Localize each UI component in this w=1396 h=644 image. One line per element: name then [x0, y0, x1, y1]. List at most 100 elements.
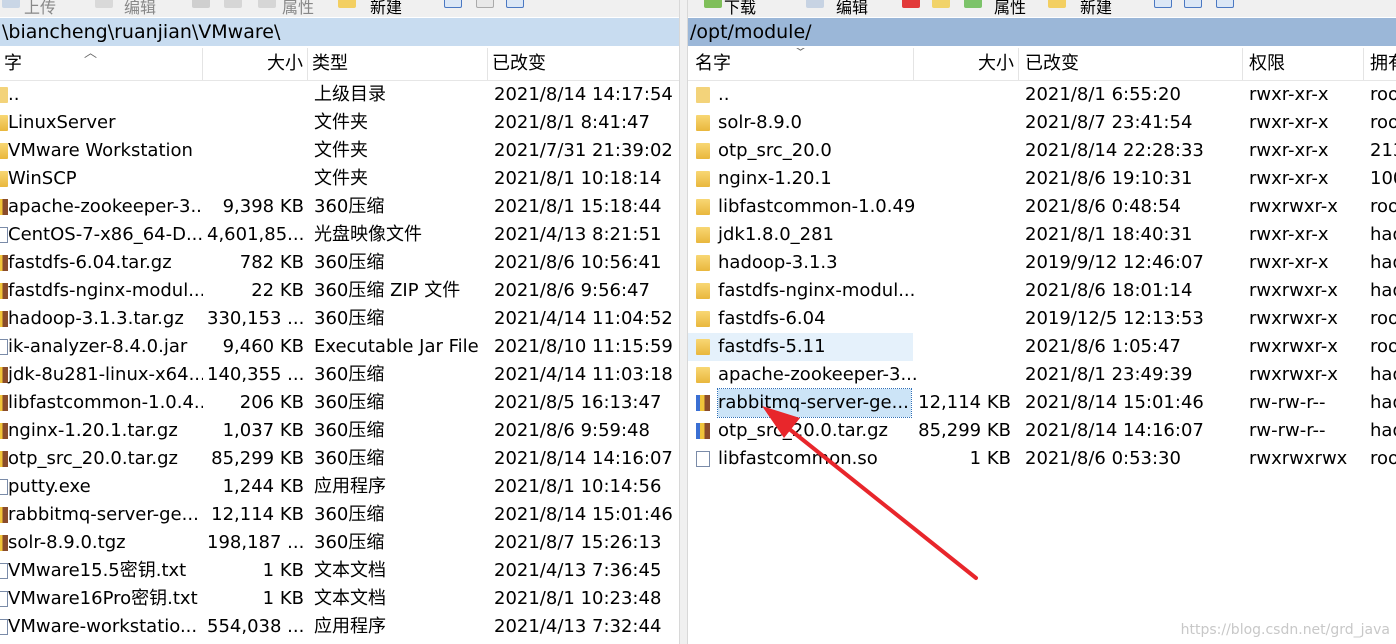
file-changed: 2021/8/1 10:18:14	[494, 168, 662, 189]
file-type: 文件夹	[314, 112, 368, 133]
file-type: 360压缩	[314, 420, 385, 441]
minus-icon[interactable]	[1184, 0, 1202, 8]
file-changed: 2021/8/6 10:56:41	[494, 252, 662, 273]
table-row[interactable]: fastdfs-nginx-modul... 22 KB 360压缩 ZIP 文件 2…	[0, 277, 679, 305]
table-row[interactable]: hadoop-3.1.3.tar.gz 330,153 ... 360压缩 2021/…	[0, 305, 679, 333]
column-size[interactable]: 大小	[914, 48, 1019, 80]
table-row[interactable]: CentOS-7-x86_64-D... 4,601,85... 光盘映像文件 202…	[0, 221, 679, 249]
rename-icon[interactable]	[224, 0, 242, 8]
file-changed: 2019/12/5 12:13:53	[1025, 308, 1204, 329]
right-path-bar[interactable]: /opt/module/	[688, 18, 1396, 46]
table-row[interactable]: otp_src_20.0 2021/8/14 22:28:33 rwxr-xr-x 2…	[688, 137, 1396, 165]
table-row[interactable]: libfastcommon-1.0.4... 206 KB 360压缩 2021/8/…	[0, 389, 679, 417]
file-owner: roo	[1370, 84, 1396, 105]
table-row[interactable]: fastdfs-6.04.tar.gz 782 KB 360压缩 2021/8/6 1…	[0, 249, 679, 277]
table-row[interactable]: hadoop-3.1.3 2019/9/12 12:46:07 rwxr-xr-x h…	[688, 249, 1396, 277]
delete-icon[interactable]	[192, 0, 210, 8]
file-name: otp_src_20.0.tar.gz	[8, 448, 179, 469]
rename-icon[interactable]	[932, 0, 950, 8]
table-row[interactable]: .. 上级目录 2021/8/14 14:17:54	[0, 81, 679, 109]
properties-icon[interactable]	[258, 0, 276, 8]
table-row[interactable]: fastdfs-5.11 2021/8/6 1:05:47 rwxrwxr-x roo	[688, 333, 1396, 361]
table-row[interactable]: VMware-workstatio... 554,038 ... 应用程序 2021/…	[0, 613, 679, 641]
check-icon[interactable]	[506, 0, 524, 8]
plus-icon[interactable]	[444, 0, 462, 8]
table-row[interactable]: VMware15.5密钥.txt 1 KB 文本文档 2021/4/13 7:36:4…	[0, 557, 679, 585]
plus-icon[interactable]	[1154, 0, 1172, 8]
file-name: rabbitmq-server-ge...	[717, 388, 912, 418]
file-type: 360压缩	[314, 252, 385, 273]
new-folder-icon[interactable]	[1048, 0, 1066, 8]
file-name: fastdfs-6.04	[718, 308, 826, 329]
column-name[interactable]: 字	[0, 48, 203, 80]
table-row[interactable]: nginx-1.20.1 2021/8/6 19:10:31 rwxr-xr-x 10…	[688, 165, 1396, 193]
file-size: 12,114 KB	[211, 504, 304, 525]
delete-icon[interactable]	[902, 0, 920, 8]
file-changed: 2021/4/14 11:03:18	[494, 364, 673, 385]
panel-splitter[interactable]	[679, 0, 688, 644]
local-file-list: .. 上级目录 2021/8/14 14:17:54 LinuxServer 文件夹 20…	[0, 81, 679, 641]
edit-button[interactable]: 编辑	[836, 0, 868, 17]
edit-icon[interactable]	[95, 0, 113, 8]
check-icon[interactable]	[1216, 0, 1234, 8]
table-row[interactable]: apache-zookeeper-3... 2021/8/1 23:49:39 rw…	[688, 361, 1396, 389]
table-row[interactable]: solr-8.9.0.tgz 198,187 ... 360压缩 2021/8/7 1…	[0, 529, 679, 557]
column-size[interactable]: 大小	[203, 48, 308, 80]
file-permissions: rwxrwxr-x	[1249, 308, 1338, 329]
table-row[interactable]: libfastcommon-1.0.49 2021/8/6 0:48:54 rwxr…	[688, 193, 1396, 221]
table-row[interactable]: rabbitmq-server-ge... 12,114 KB 360压缩 2021/…	[0, 501, 679, 529]
column-type[interactable]: 类型	[308, 48, 488, 80]
download-icon[interactable]	[704, 0, 722, 8]
minus-icon[interactable]	[476, 0, 494, 8]
file-changed: 2021/8/1 10:14:56	[494, 476, 662, 497]
table-row[interactable]: jdk-8u281-linux-x64... 140,355 ... 360压缩 20…	[0, 361, 679, 389]
file-size	[914, 193, 1015, 221]
column-changed[interactable]: 已改变	[488, 48, 679, 80]
column-permissions[interactable]: 权限	[1243, 48, 1364, 80]
folder-icon	[696, 171, 710, 187]
file-name: fastdfs-5.11	[718, 336, 826, 357]
new-button[interactable]: 新建	[1080, 0, 1112, 17]
table-row[interactable]: fastdfs-nginx-modul... 2021/8/6 18:01:14 r…	[688, 277, 1396, 305]
new-button[interactable]: 新建	[370, 0, 402, 17]
column-name[interactable]: 名字	[688, 48, 914, 80]
new-folder-icon[interactable]	[338, 0, 356, 8]
file-changed: 2021/8/6 1:05:47	[1025, 336, 1181, 357]
table-row[interactable]: putty.exe 1,244 KB 应用程序 2021/8/1 10:14:56	[0, 473, 679, 501]
table-row[interactable]: fastdfs-6.04 2019/12/5 12:13:53 rwxrwxr-x r…	[688, 305, 1396, 333]
left-path-bar[interactable]: \biancheng\ruanjian\VMware\	[0, 18, 681, 46]
left-toolbar: 上传 编辑 属性 新建	[0, 0, 679, 17]
table-row[interactable]: nginx-1.20.1.tar.gz 1,037 KB 360压缩 2021/8/6…	[0, 417, 679, 445]
table-row[interactable]: rabbitmq-server-ge... 12,114 KB 2021/8/14 …	[688, 388, 1396, 418]
table-row[interactable]: solr-8.9.0 2021/8/7 23:41:54 rwxr-xr-x roo	[688, 109, 1396, 137]
file-size	[914, 81, 1015, 109]
properties-button[interactable]: 属性	[282, 0, 314, 17]
table-row[interactable]: otp_src_20.0.tar.gz 85,299 KB 360压缩 2021/8/…	[0, 445, 679, 473]
table-row[interactable]: VMware Workstation 文件夹 2021/7/31 21:39:02	[0, 137, 679, 165]
table-row[interactable]: WinSCP 文件夹 2021/8/1 10:18:14	[0, 165, 679, 193]
table-row[interactable]: otp_src_20.0.tar.gz 85,299 KB 2021/8/14 14…	[688, 417, 1396, 445]
column-changed[interactable]: 已改变	[1019, 48, 1243, 80]
properties-button[interactable]: 属性	[994, 0, 1026, 17]
file-name: VMware-workstatio...	[8, 616, 198, 637]
column-owner[interactable]: 拥有	[1364, 48, 1396, 80]
table-row[interactable]: LinuxServer 文件夹 2021/8/1 8:41:47	[0, 109, 679, 137]
file-size: 12,114 KB	[918, 392, 1011, 413]
table-row[interactable]: libfastcommon.so 1 KB 2021/8/6 0:53:30 rwxr…	[688, 445, 1396, 473]
edit-button[interactable]: 编辑	[124, 0, 156, 17]
file-changed: 2021/8/6 0:53:30	[1025, 448, 1181, 469]
upload-icon[interactable]	[2, 0, 20, 8]
table-row[interactable]: ik-analyzer-8.4.0.jar 9,460 KB Executable …	[0, 333, 679, 361]
properties-icon[interactable]	[964, 0, 982, 8]
file-name: nginx-1.20.1.tar.gz	[8, 420, 178, 441]
table-row[interactable]: VMware16Pro密钥.txt 1 KB 文本文档 2021/8/1 10:23:…	[0, 585, 679, 613]
edit-icon[interactable]	[806, 0, 824, 8]
download-button[interactable]: 下载	[724, 0, 756, 17]
file-size	[914, 361, 1015, 389]
table-row[interactable]: .. 2021/8/1 6:55:20 rwxr-xr-x roo	[688, 81, 1396, 109]
file-permissions: rwxrwxr-x	[1249, 196, 1338, 217]
table-row[interactable]: jdk1.8.0_281 2021/8/1 18:40:31 rwxr-xr-x ha…	[688, 221, 1396, 249]
upload-button[interactable]: 上传	[24, 0, 56, 17]
table-row[interactable]: apache-zookeeper-3... 9,398 KB 360压缩 2021/8…	[0, 193, 679, 221]
file-size: 206 KB	[239, 392, 304, 413]
